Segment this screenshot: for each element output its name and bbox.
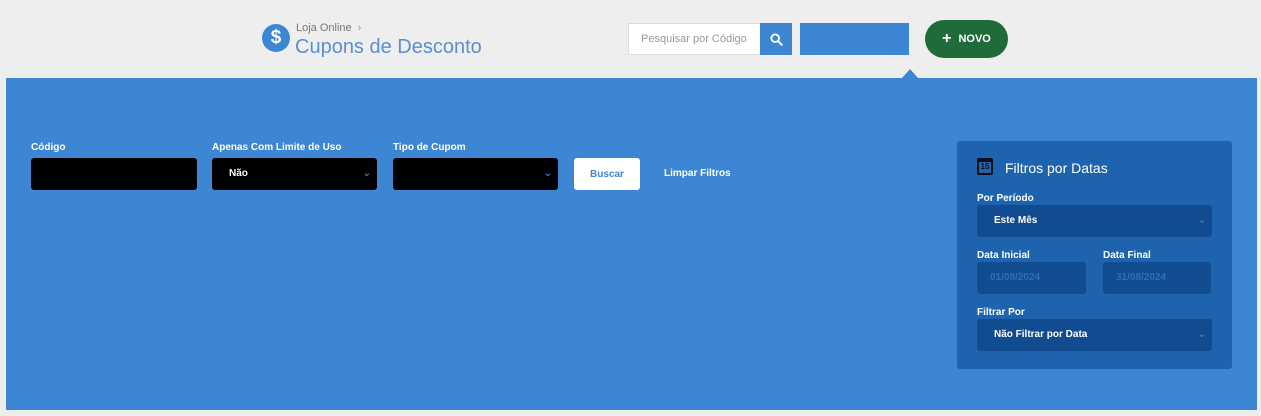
filtrar-por-value: Não Filtrar por Data (994, 329, 1088, 340)
chevron-right-icon: › (357, 22, 362, 34)
limite-uso-label: Apenas Com Limite de Uso (212, 142, 342, 153)
plus-icon: + (942, 30, 952, 47)
por-periodo-value: Este Mês (994, 215, 1038, 226)
limpar-filtros-link[interactable]: Limpar Filtros (664, 168, 731, 179)
data-final-input[interactable]: 31/08/2024 (1103, 262, 1211, 294)
search-input[interactable] (629, 24, 761, 54)
tipo-cupom-select[interactable]: ⌄ (393, 158, 558, 190)
chevron-down-icon: ⌄ (1197, 329, 1206, 340)
search-button[interactable] (760, 23, 792, 55)
codigo-input[interactable] (31, 158, 197, 190)
panel-caret (902, 69, 918, 78)
chevron-down-icon: ⌄ (362, 168, 371, 179)
new-button[interactable]: + NOVO (925, 20, 1008, 58)
action-button[interactable] (800, 23, 909, 55)
limite-uso-value: Não (229, 168, 248, 179)
data-inicial-input[interactable]: 01/08/2024 (977, 262, 1086, 294)
codigo-label: Código (31, 142, 66, 153)
data-final-label: Data Final (1103, 250, 1151, 261)
dollar-icon: $ (262, 24, 290, 52)
calendar-icon: 15 (977, 158, 993, 175)
page-title: Cupons de Desconto (295, 36, 482, 58)
page-header: $ Loja Online › Cupons de Desconto + NOVO (0, 0, 1261, 78)
por-periodo-select[interactable]: Este Mês ⌄ (977, 205, 1212, 237)
new-button-label: NOVO (958, 33, 991, 45)
filtrar-por-label: Filtrar Por (977, 307, 1025, 318)
chevron-down-icon: ⌄ (1197, 215, 1206, 226)
breadcrumb-loja-online[interactable]: Loja Online (296, 22, 352, 34)
breadcrumb: Loja Online › (296, 22, 361, 34)
por-periodo-label: Por Período (977, 193, 1034, 204)
tipo-cupom-label: Tipo de Cupom (393, 142, 466, 153)
date-filters-title: Filtros por Datas (1005, 160, 1108, 176)
buscar-button[interactable]: Buscar (574, 158, 640, 190)
search-box (628, 23, 761, 55)
search-icon (769, 32, 783, 46)
limite-uso-select[interactable]: Não ⌄ (212, 158, 377, 190)
chevron-down-icon: ⌄ (543, 168, 552, 179)
filtrar-por-select[interactable]: Não Filtrar por Data ⌄ (977, 319, 1212, 351)
data-inicial-label: Data Inicial (977, 250, 1030, 261)
